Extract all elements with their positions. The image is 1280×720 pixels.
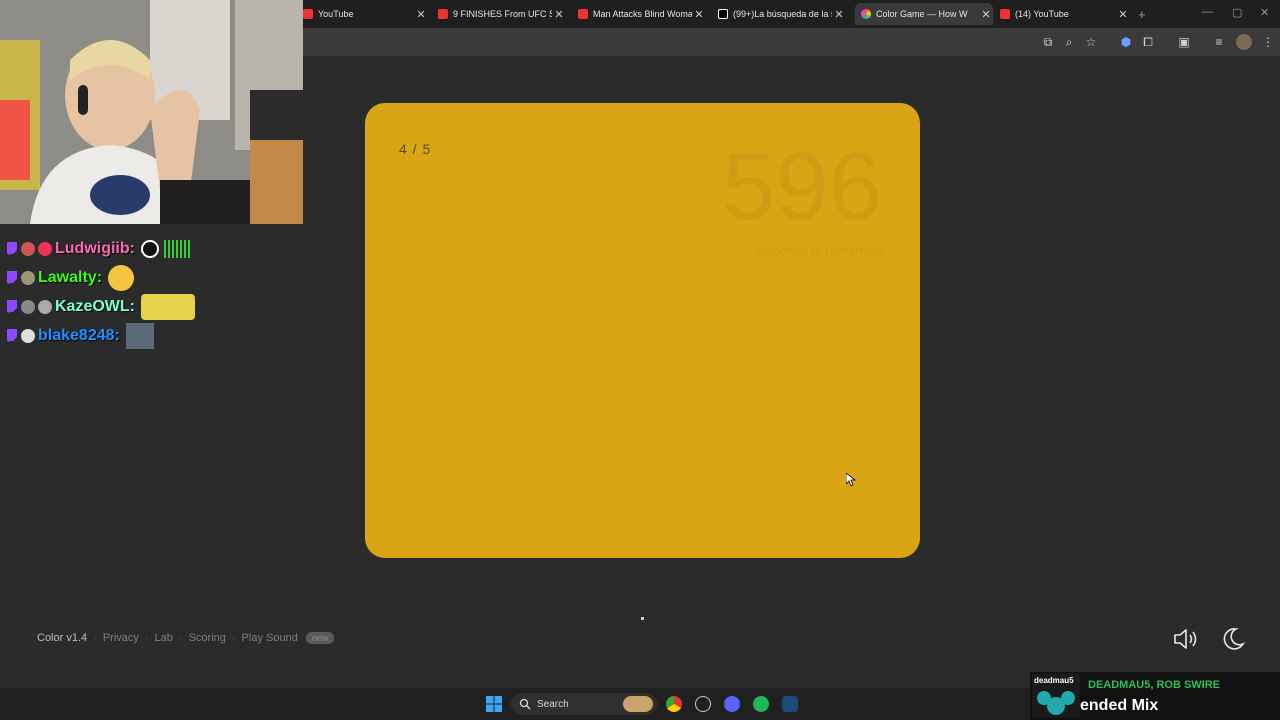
twitch-badge-icon (7, 271, 17, 284)
new-tab-button[interactable]: + (1138, 3, 1152, 25)
chat-username: Lawalty: (38, 268, 103, 286)
theme-toggle-button[interactable] (1220, 626, 1246, 652)
close-window-icon[interactable]: ✕ (1260, 6, 1269, 19)
extensions-puzzle-icon[interactable]: ⧠ (1140, 34, 1156, 50)
footer: Color v1.4 · Privacy · Lab · Scoring · P… (37, 632, 340, 644)
close-icon[interactable]: ✕ (979, 8, 993, 21)
bookmark-star-icon[interactable]: ☆ (1083, 34, 1099, 50)
chat-username: blake8248: (38, 326, 120, 344)
color-wheel-icon (861, 9, 871, 19)
split-view-icon[interactable]: ▣ (1176, 34, 1192, 50)
minimize-icon[interactable]: — (1202, 6, 1213, 18)
youtube-icon (303, 9, 313, 19)
timer-label: Seconds to remember (757, 243, 885, 258)
spotify-icon[interactable] (753, 696, 769, 712)
mouse-cursor-icon (846, 473, 856, 487)
badge-icon (21, 299, 35, 314)
steam-icon[interactable] (782, 696, 798, 712)
discord-icon[interactable] (724, 696, 740, 712)
close-icon[interactable]: ✕ (552, 8, 566, 21)
zoom-icon[interactable]: ⌕ (1061, 34, 1077, 50)
chat-message: KazeOWL: (6, 292, 195, 321)
chat-username: Ludwigiib: (55, 239, 135, 257)
tab-color-game[interactable]: Color Game — How W ✕ (855, 3, 993, 25)
emote-icon (125, 322, 154, 349)
tiktok-icon (718, 9, 728, 19)
crying-emoji-icon (108, 264, 135, 291)
chat-overlay: Ludwigiib: Lawalty: KazeOWL: blake8248: (6, 234, 195, 350)
youtube-icon (1000, 9, 1010, 19)
emote-icon (141, 293, 195, 320)
webcam-overlay (0, 0, 303, 224)
play-sound-link[interactable]: Play Sound (242, 632, 298, 644)
youtube-icon (578, 9, 588, 19)
chat-message: Ludwigiib: (6, 234, 195, 263)
windows-start-icon[interactable] (486, 696, 502, 712)
app-icon[interactable] (695, 696, 711, 712)
search-label: Search (537, 698, 569, 710)
tab-ufc[interactable]: 9 FINISHES From UFC Sea ✕ (438, 3, 566, 25)
emote-icon (140, 239, 159, 258)
tab-title: Man Attacks Blind Woman (593, 9, 692, 19)
artist-logo: deadmau5 (1034, 676, 1074, 685)
emote-icon (163, 239, 190, 258)
close-icon[interactable]: ✕ (832, 8, 846, 21)
moon-icon (1223, 628, 1246, 650)
chat-message: blake8248: (6, 321, 195, 350)
maximize-icon[interactable]: ▢ (1232, 6, 1242, 19)
privacy-link[interactable]: Privacy (103, 632, 139, 644)
close-icon[interactable]: ✕ (692, 8, 706, 21)
chat-username: KazeOWL: (55, 297, 135, 315)
tab-title: (99+)La búsqueda de la sa (733, 9, 832, 19)
screen: YouTube ✕ 9 FINISHES From UFC Sea ✕ Man … (0, 0, 1280, 720)
tab-youtube[interactable]: YouTube ✕ (303, 3, 428, 25)
streamer-webcam-image (0, 0, 303, 224)
extension-icon[interactable]: ⬢ (1118, 34, 1134, 50)
search-highlight-icon (623, 696, 653, 712)
tab-youtube-14[interactable]: (14) YouTube ✕ (1000, 3, 1130, 25)
speaker-icon (1174, 629, 1197, 649)
badge-icon (38, 299, 52, 314)
scoring-link[interactable]: Scoring (189, 632, 226, 644)
new-badge: new (305, 632, 335, 644)
loading-dot (641, 617, 644, 620)
close-icon[interactable]: ✕ (1116, 8, 1130, 21)
countdown-timer: 596 (721, 133, 882, 240)
tab-title: (14) YouTube (1015, 9, 1069, 19)
twitch-badge-icon (7, 300, 17, 313)
version-label: Color v1.4 (37, 632, 88, 644)
media-icon[interactable]: ≡ (1211, 34, 1227, 50)
tab-title: Color Game — How W (876, 9, 968, 19)
badge-icon (21, 241, 35, 256)
lab-link[interactable]: Lab (155, 632, 173, 644)
album-art: deadmau5 (1032, 674, 1080, 718)
badge-icon (21, 328, 35, 343)
twitch-badge-icon (7, 329, 17, 342)
chrome-icon[interactable] (666, 696, 682, 712)
install-app-icon[interactable]: ⧉ (1040, 34, 1056, 50)
mouse-head-icon (1037, 691, 1075, 715)
tab-tiktok[interactable]: (99+)La búsqueda de la sa ✕ (718, 3, 846, 25)
tab-title: YouTube (318, 9, 354, 19)
now-playing-title: ended Mix (1080, 697, 1159, 714)
menu-icon[interactable]: ⋮ (1260, 34, 1276, 50)
tab-man-attacks[interactable]: Man Attacks Blind Woman ✕ (578, 3, 706, 25)
badge-icon (21, 270, 35, 285)
taskbar-search[interactable]: Search (511, 693, 657, 715)
badge-icon (38, 241, 52, 256)
profile-avatar[interactable] (1236, 34, 1252, 50)
color-card[interactable]: 4 / 5 596 Seconds to remember (365, 103, 920, 558)
now-playing-artist: DEADMAU5, ROB SWIRE (1088, 679, 1221, 691)
youtube-icon (438, 9, 448, 19)
level-indicator: 4 / 5 (399, 141, 432, 157)
close-icon[interactable]: ✕ (414, 8, 428, 21)
chat-message: Lawalty: (6, 263, 195, 292)
sound-toggle-button[interactable] (1172, 626, 1200, 652)
now-playing-overlay: deadmau5 DEADMAU5, ROB SWIRE ended Mix (1030, 672, 1280, 720)
twitch-badge-icon (7, 242, 17, 255)
tab-title: 9 FINISHES From UFC Sea (453, 9, 552, 19)
search-icon (519, 698, 531, 710)
